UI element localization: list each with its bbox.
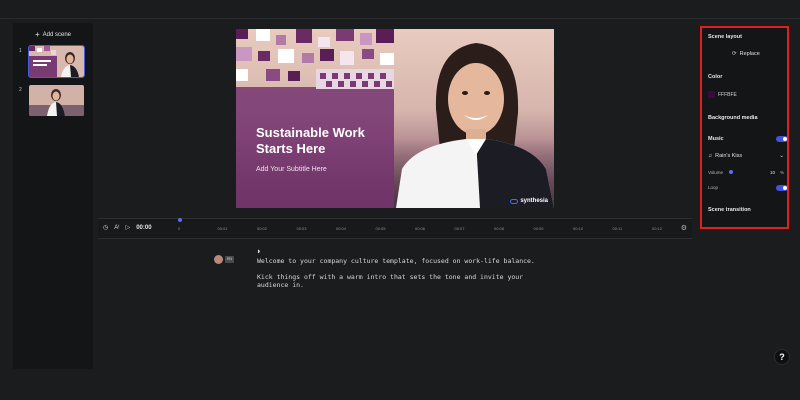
timeline-tick: 00:07: [454, 226, 465, 231]
scene-thumbnail-2[interactable]: 2: [19, 85, 89, 117]
loop-toggle[interactable]: [776, 185, 788, 191]
scene-number: 1: [19, 48, 22, 54]
settings-icon[interactable]: ⚙: [681, 224, 687, 232]
language-badge[interactable]: EN: [225, 256, 234, 263]
timeline-tick: 00:09: [533, 226, 544, 231]
music-note-icon: ♫: [708, 153, 713, 159]
audio-icon[interactable]: ◗: [257, 248, 537, 256]
timeline-tick: 00:11: [612, 226, 623, 231]
add-scene-label: Add scene: [42, 32, 72, 38]
volume-unit: %: [780, 170, 785, 175]
scene-number: 2: [19, 87, 22, 93]
timeline-tick: 00:05: [375, 226, 386, 231]
avatar[interactable]: [214, 255, 223, 264]
script-line[interactable]: Welcome to your company culture template…: [257, 257, 537, 265]
timeline-tick: 00:02: [257, 226, 268, 231]
slide-subtitle[interactable]: Add Your Subtitle Here: [256, 166, 327, 173]
bottom-strip: [0, 370, 800, 400]
timeline-tick: 00:04: [336, 226, 347, 231]
chevron-down-icon: ⌄: [779, 153, 784, 159]
loop-label: Loop: [708, 185, 719, 190]
timeline-tick: 0: [178, 226, 181, 231]
replace-icon: ⟳: [732, 51, 737, 57]
avatar-presenter: [396, 29, 554, 208]
background-media-heading: Background media: [708, 115, 758, 121]
timeline-tick: 00:10: [573, 226, 584, 231]
volume-label: Volume: [708, 170, 724, 175]
top-bar: [0, 0, 800, 19]
script-editor[interactable]: ◗ Welcome to your company culture templa…: [257, 248, 537, 297]
scene-thumbnail-image: [29, 85, 84, 116]
scene-thumbnail-1[interactable]: 1: [19, 45, 89, 78]
synthesia-logo-icon: [510, 198, 519, 204]
play-icon[interactable]: ▷: [126, 224, 131, 231]
replace-layout-button[interactable]: ⟳ Replace: [732, 51, 760, 57]
brand-logo: synthesia: [510, 198, 548, 204]
text-size-icon[interactable]: Aᵗ: [114, 225, 119, 231]
clock-icon[interactable]: ◷: [103, 224, 108, 231]
scene-thumbnail-image: [28, 45, 85, 78]
help-button[interactable]: ?: [774, 349, 790, 365]
volume-value[interactable]: 10: [770, 170, 775, 175]
color-swatch[interactable]: [708, 91, 715, 98]
script-line[interactable]: Kick things off with a warm intro that s…: [257, 273, 537, 289]
add-scene-button[interactable]: + Add scene: [13, 29, 93, 41]
mosaic-pattern: [236, 29, 394, 109]
plus-icon: +: [34, 30, 40, 39]
properties-panel: Scene layout ⟳ Replace Color FFFBFE Back…: [700, 26, 789, 229]
timeline-tick: 00:12: [652, 226, 663, 231]
slide-preview[interactable]: Sustainable Work Starts Here Add Your Su…: [236, 29, 554, 208]
timeline-tick: 00:08: [494, 226, 505, 231]
timeline-controls: ◷ Aᵗ ▷ 00:00: [103, 224, 152, 232]
scene-layout-heading: Scene layout: [708, 34, 742, 40]
music-track-name: Rain's Kiss: [715, 153, 743, 159]
color-value[interactable]: FFFBFE: [718, 92, 737, 98]
brand-name: synthesia: [520, 198, 548, 204]
playhead[interactable]: [178, 218, 182, 222]
timeline-tick: 00:06: [415, 226, 426, 231]
music-track-select[interactable]: ♫ Rain's Kiss ⌄: [708, 153, 784, 159]
timeline-tick: 00:01: [217, 226, 228, 231]
color-heading: Color: [708, 74, 723, 80]
music-heading: Music: [708, 136, 724, 142]
current-time: 00:00: [136, 224, 152, 231]
timeline-tick: 00:03: [296, 226, 307, 231]
color-picker[interactable]: FFFBFE: [708, 91, 737, 98]
timeline-bar: ◷ Aᵗ ▷ 00:00 0 00:01 00:02 00:03 00:04 00:05 0…: [98, 218, 692, 239]
timeline-ruler[interactable]: 0 00:01 00:02 00:03 00:04 00:05 00:06 00:07 00:0…: [178, 226, 668, 234]
slide-title[interactable]: Sustainable Work Starts Here: [256, 125, 396, 157]
replace-label: Replace: [739, 51, 760, 57]
scene-transition-heading[interactable]: Scene transition: [708, 207, 751, 213]
volume-slider-handle[interactable]: [729, 170, 733, 174]
volume-control[interactable]: Volume 10 %: [708, 170, 784, 175]
music-toggle[interactable]: [776, 136, 788, 142]
